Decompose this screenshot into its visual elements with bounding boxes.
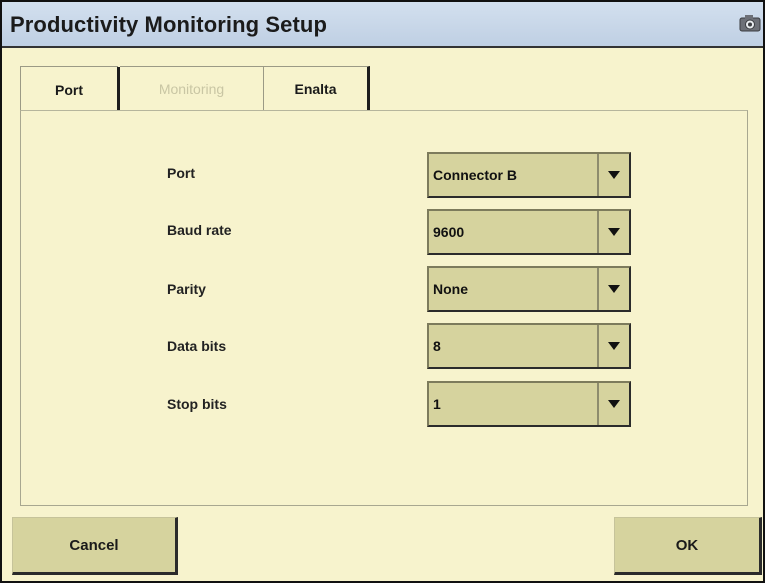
port-value: Connector B	[433, 167, 517, 183]
tab-enalta[interactable]: Enalta	[264, 66, 370, 110]
tab-port[interactable]: Port	[20, 66, 118, 112]
window-title: Productivity Monitoring Setup	[10, 12, 328, 37]
cancel-button[interactable]: Cancel	[12, 517, 178, 575]
chevron-down-icon[interactable]	[597, 268, 629, 310]
data-bits-value: 8	[433, 338, 441, 354]
chevron-down-icon[interactable]	[597, 211, 629, 253]
port-settings-panel: Port Connector B Baud rate 9600 Parity N…	[20, 110, 748, 506]
parity-dropdown[interactable]: None	[427, 266, 631, 312]
title-bar: Productivity Monitoring Setup	[2, 2, 763, 48]
chevron-down-icon[interactable]	[597, 325, 629, 367]
port-dropdown[interactable]: Connector B	[427, 152, 631, 198]
data-bits-label: Data bits	[167, 338, 227, 354]
parity-label: Parity	[167, 281, 206, 297]
chevron-down-icon[interactable]	[597, 383, 629, 425]
stop-bits-label: Stop bits	[167, 396, 227, 412]
ok-button[interactable]: OK	[614, 517, 762, 575]
port-label: Port	[167, 165, 195, 181]
tab-monitoring: Monitoring	[117, 66, 264, 111]
camera-icon[interactable]	[739, 13, 761, 33]
setup-window: Productivity Monitoring Setup Port Monit…	[0, 0, 765, 583]
baud-rate-value: 9600	[433, 224, 465, 240]
data-bits-dropdown[interactable]: 8	[427, 323, 631, 369]
stop-bits-dropdown[interactable]: 1	[427, 381, 631, 427]
parity-value: None	[433, 281, 468, 297]
baud-rate-dropdown[interactable]: 9600	[427, 209, 631, 255]
chevron-down-icon[interactable]	[597, 154, 629, 196]
stop-bits-value: 1	[433, 396, 441, 412]
baud-rate-label: Baud rate	[167, 222, 232, 238]
